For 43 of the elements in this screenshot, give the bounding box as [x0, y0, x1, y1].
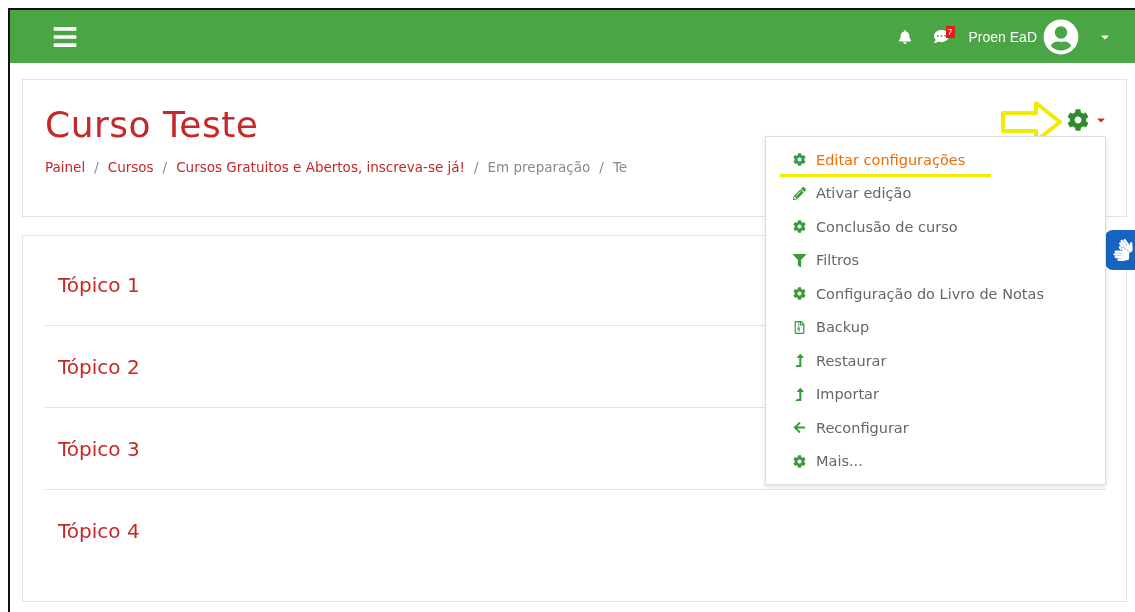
menu-item[interactable]: Importar: [766, 377, 905, 411]
topic-title[interactable]: Tópico 1: [45, 272, 140, 297]
gear-icon: [792, 454, 806, 468]
gear-icon: [1067, 109, 1089, 131]
notifications-button[interactable]: [897, 29, 912, 44]
menu-item[interactable]: Backup: [766, 310, 896, 344]
user-menu-button[interactable]: Proen EaD: [968, 18, 1111, 55]
menu-item[interactable]: Restaurar: [766, 344, 913, 378]
pencil-icon: [792, 186, 806, 200]
file-icon: [792, 320, 806, 334]
gear-icon: [792, 220, 806, 234]
bell-icon: [897, 29, 912, 44]
settings-button[interactable]: [1067, 109, 1107, 131]
breadcrumb-separator: /: [94, 159, 99, 175]
messages-button[interactable]: 7: [933, 29, 959, 44]
menu-item[interactable]: Editar configurações: [780, 143, 992, 177]
breadcrumb-link[interactable]: Cursos Gratuitos e Abertos, inscreva-se já!: [176, 159, 465, 175]
menu-item[interactable]: Mais...: [766, 444, 889, 478]
menu-item[interactable]: Configuração do Livro de Notas: [766, 277, 1070, 311]
breadcrumb-link[interactable]: Cursos: [107, 159, 154, 175]
message-count-badge: 7: [945, 26, 955, 38]
gear-icon: [792, 153, 806, 167]
breadcrumb-link[interactable]: Painel: [45, 159, 86, 175]
breadcrumb-text: Te: [612, 159, 628, 175]
menu-item[interactable]: Ativar edição: [766, 176, 938, 210]
breadcrumb-text: Em preparação: [487, 159, 591, 175]
accessibility-button[interactable]: [1105, 230, 1135, 270]
gear-icon: [792, 287, 806, 301]
breadcrumb-separator: /: [474, 159, 479, 175]
breadcrumb-separator: /: [162, 159, 168, 175]
course-title: Curso Teste: [45, 104, 259, 145]
topic-title[interactable]: Tópico 3: [45, 436, 140, 461]
breadcrumb-separator: /: [599, 159, 604, 175]
chat-icon: [933, 29, 949, 44]
topic-title[interactable]: Tópico 4: [45, 518, 140, 543]
user-avatar-icon: [1043, 18, 1079, 55]
menu-item[interactable]: Filtros: [766, 243, 886, 277]
sign-language-icon: [1112, 239, 1134, 261]
arrow-left-icon: [792, 421, 806, 435]
filter-icon: [792, 253, 806, 267]
topic-title[interactable]: Tópico 2: [45, 354, 140, 379]
menu-item[interactable]: Conclusão de curso: [766, 210, 984, 244]
menu-item[interactable]: Reconfigurar: [766, 411, 935, 445]
